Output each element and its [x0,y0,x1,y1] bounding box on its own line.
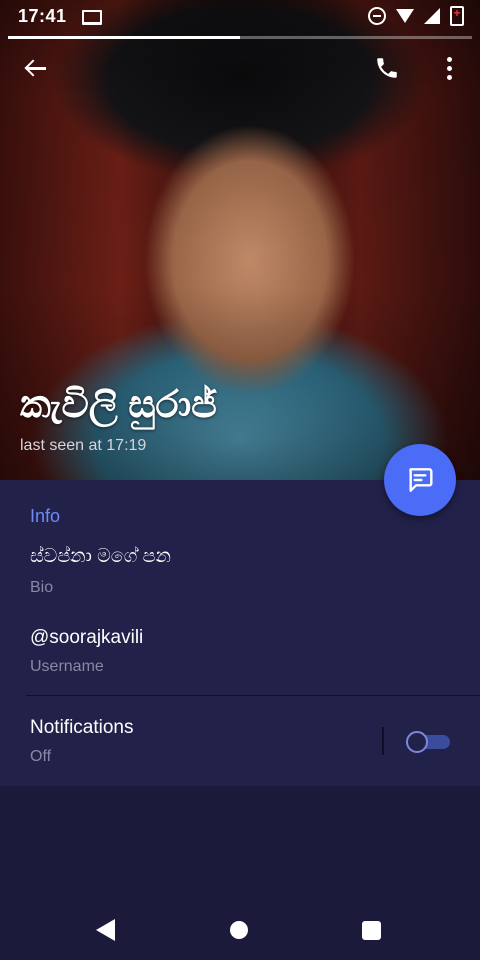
do-not-disturb-icon [368,7,386,25]
cell-signal-icon [424,8,440,24]
toggle-knob [406,731,428,753]
arrow-left-icon [24,59,46,77]
status-bar: 17:41 [0,0,480,34]
username-value[interactable]: @soorajkavili [30,627,143,649]
notifications-toggle[interactable] [406,731,450,753]
vertical-separator [382,727,384,755]
message-icon [409,468,433,492]
username-label: Username [30,658,104,675]
send-message-button[interactable] [384,444,456,516]
notifications-state: Off [30,748,52,765]
more-vertical-icon [446,56,452,80]
divider [26,695,480,696]
bio-value[interactable]: ස්වප්නා මගේ පන [30,546,171,568]
status-time: 17:41 [18,6,67,26]
back-button[interactable] [17,50,53,86]
wifi-icon [396,9,414,23]
story-progress-bar [8,36,472,39]
info-section-title: Info [30,506,61,526]
status-icons [368,6,464,26]
notifications-label[interactable]: Notifications [30,717,134,739]
profile-name: කැවිලි සුරාජ් [20,384,217,426]
laptop-icon [82,10,102,25]
phone-icon [377,58,397,78]
square-recent-icon[interactable] [362,921,381,940]
more-options-button[interactable] [431,50,467,86]
battery-icon [450,6,464,26]
last-seen-status: last seen at 17:19 [20,437,147,454]
call-button[interactable] [369,50,405,86]
story-progress-fill [8,36,240,39]
circle-home-icon[interactable] [230,921,248,939]
bio-label: Bio [30,579,54,596]
triangle-back-icon[interactable] [96,919,115,941]
